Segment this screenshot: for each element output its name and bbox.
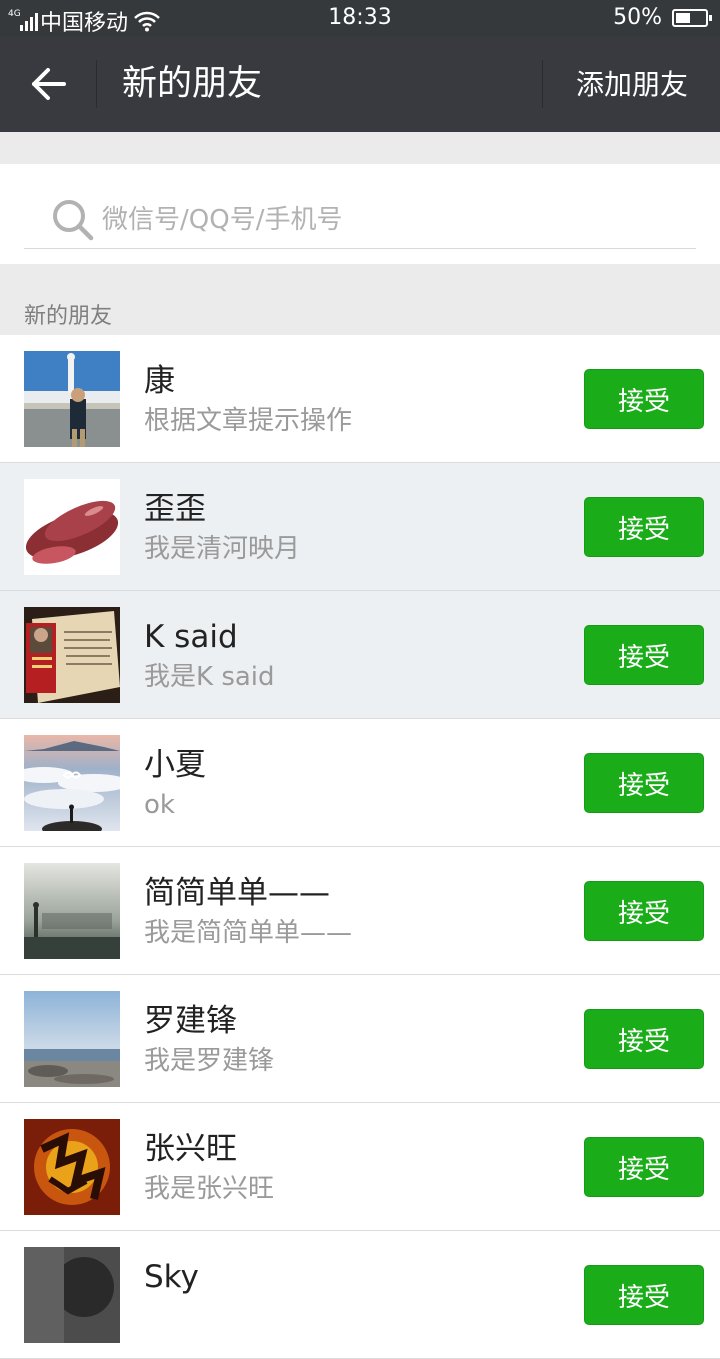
title-divider-left [96,60,97,108]
search-bar[interactable] [24,192,696,249]
request-name: Sky [144,1259,199,1295]
request-message: 我是张兴旺 [144,1174,275,1204]
search-icon [53,200,94,241]
avatar [24,863,120,959]
search-input[interactable] [100,204,696,236]
friend-request-row[interactable]: 歪歪 我是清河映月 接受 [0,463,720,591]
battery-icon [672,8,712,27]
avatar [24,991,120,1087]
title-bar: 新的朋友 添加朋友 [0,36,720,132]
avatar [24,607,120,703]
search-section [0,164,720,264]
friend-request-row[interactable]: 罗建锋 我是罗建锋 接受 [0,975,720,1103]
title-divider-right [542,60,543,108]
friend-request-row[interactable]: 张兴旺 我是张兴旺 接受 [0,1103,720,1231]
friend-request-list: 康 根据文章提示操作 接受 歪歪 我是清河映月 接受 K said 我是K sa… [0,335,720,1359]
request-message: ok [144,790,175,820]
status-bar: 4G 中国移动 18:33 50% [0,0,720,36]
avatar [24,479,120,575]
section-label: 新的朋友 [24,304,113,329]
request-message: 我是K said [144,662,275,692]
avatar [24,735,120,831]
accept-button[interactable]: 接受 [584,1265,704,1325]
friend-request-row[interactable]: 简简单单—— 我是简简单单—— 接受 [0,847,720,975]
accept-button[interactable]: 接受 [584,625,704,685]
request-message: 根据文章提示操作 [144,406,353,436]
friend-request-row[interactable]: K said 我是K said 接受 [0,591,720,719]
add-friend-button[interactable]: 添加朋友 [576,66,688,104]
arrow-left-icon[interactable] [24,62,74,106]
request-name: 张兴旺 [144,1131,237,1167]
accept-button[interactable]: 接受 [584,1137,704,1197]
request-name: K said [144,619,238,655]
accept-button[interactable]: 接受 [584,881,704,941]
avatar [24,1247,120,1343]
request-name: 简简单单—— [144,875,330,911]
battery-percent: 50% [613,5,662,30]
friend-request-row[interactable]: 康 根据文章提示操作 接受 [0,335,720,463]
request-message: 我是清河映月 [144,534,301,564]
status-time: 18:33 [328,5,392,30]
request-name: 康 [144,363,175,399]
request-message: 我是罗建锋 [144,1046,275,1076]
status-right: 50% [613,5,712,30]
accept-button[interactable]: 接受 [584,753,704,813]
request-message: 我是简简单单—— [144,918,353,948]
page-title: 新的朋友 [122,64,263,104]
avatar [24,1119,120,1215]
accept-button[interactable]: 接受 [584,1009,704,1069]
avatar [24,351,120,447]
request-name: 罗建锋 [144,1003,237,1039]
request-name: 小夏 [144,747,206,783]
friend-request-row[interactable]: 小夏 ok 接受 [0,719,720,847]
friend-request-row[interactable]: Sky 接受 [0,1231,720,1359]
request-name: 歪歪 [144,491,206,527]
accept-button[interactable]: 接受 [584,497,704,557]
accept-button[interactable]: 接受 [584,369,704,429]
